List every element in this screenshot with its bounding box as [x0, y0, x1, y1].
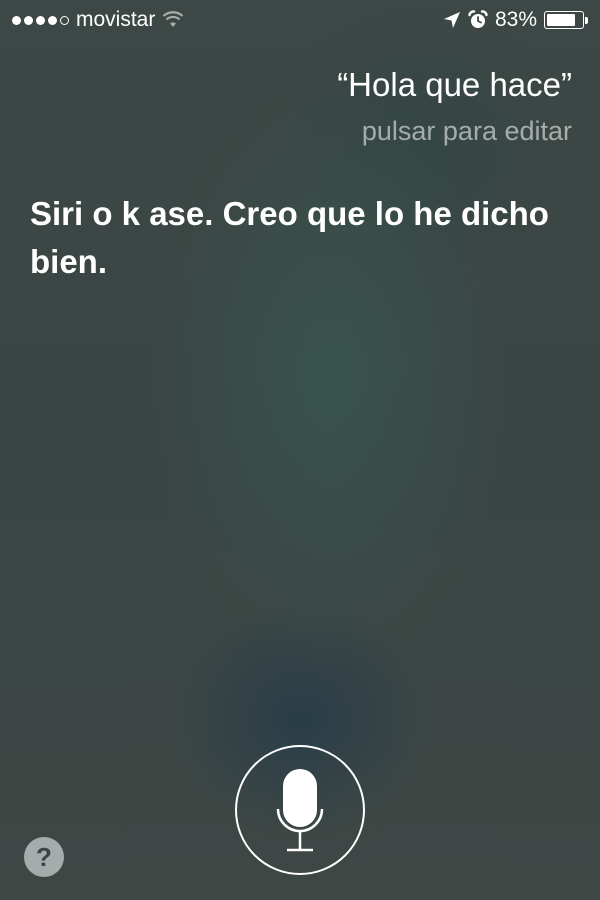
signal-dot [36, 15, 45, 25]
help-button[interactable]: ? [24, 837, 64, 877]
wifi-icon [163, 11, 184, 27]
location-arrow-icon [443, 12, 460, 28]
signal-dots-icon [12, 15, 69, 25]
signal-dot-empty [60, 15, 69, 25]
siri-response-text: Siri o k ase. Creo que lo he dicho bien. [30, 195, 549, 280]
battery-tip [585, 16, 588, 24]
alarm-clock-icon [468, 10, 488, 28]
signal-dot [48, 15, 57, 25]
carrier-name: movistar [76, 8, 156, 31]
user-query-text[interactable]: “Hola que hace” [337, 66, 572, 104]
battery-body [544, 11, 584, 29]
status-right: 83% [443, 8, 588, 32]
help-label: ? [36, 841, 52, 872]
battery-fill [547, 14, 576, 26]
battery-icon [544, 11, 588, 29]
signal-dot [24, 15, 33, 25]
microphone-button[interactable] [235, 745, 365, 875]
signal-dot [12, 15, 21, 25]
tap-to-edit-hint[interactable]: pulsar para editar [362, 116, 572, 147]
status-bar: movistar 83% [0, 0, 600, 40]
status-left: movistar [12, 8, 184, 32]
microphone-icon [276, 769, 324, 852]
battery-percent: 83% [494, 8, 537, 31]
